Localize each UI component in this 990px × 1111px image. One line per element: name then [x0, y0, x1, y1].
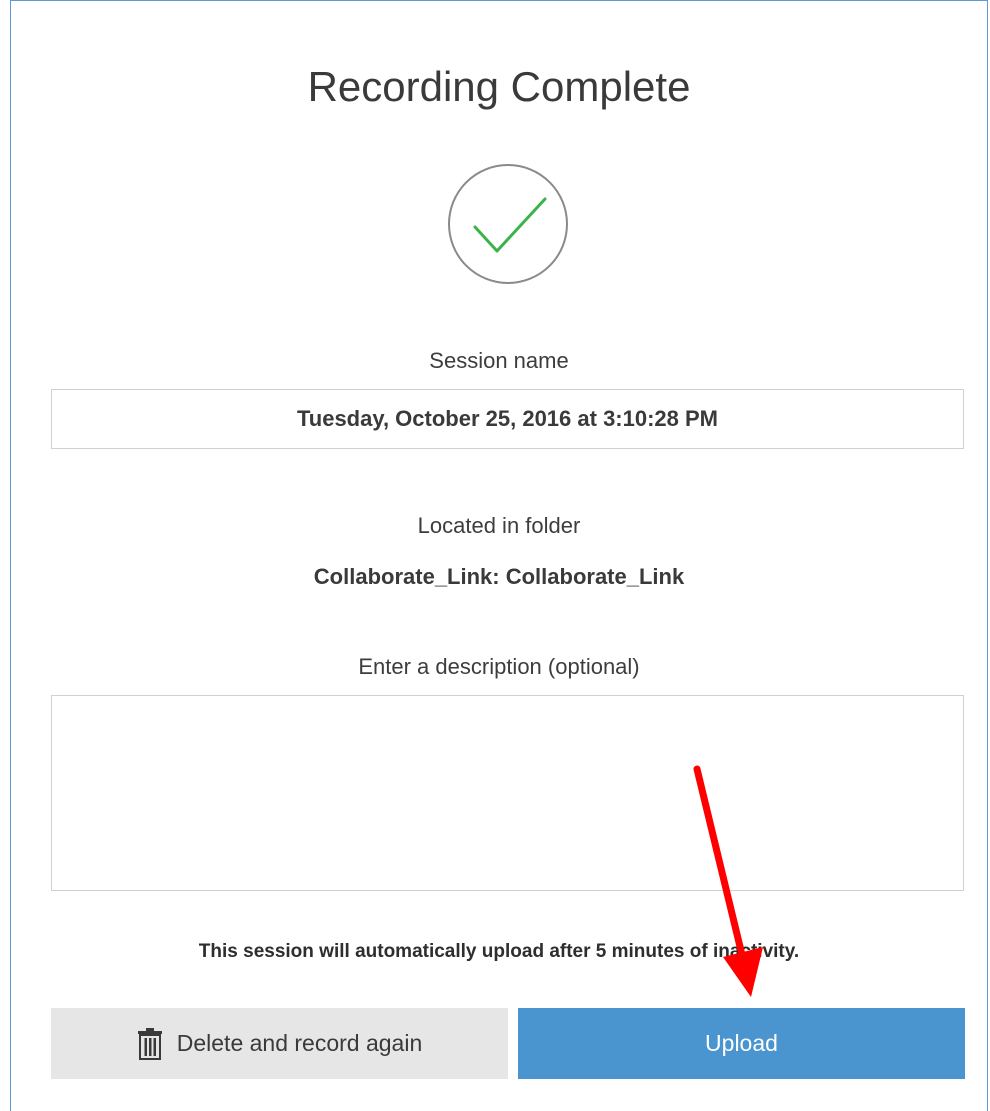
auto-upload-note: This session will automatically upload a…	[198, 941, 800, 962]
delete-and-record-again-button[interactable]: Delete and record again	[51, 1008, 508, 1079]
description-label: Enter a description (optional)	[358, 654, 640, 679]
recording-complete-dialog: Recording Complete Session name Tuesday,…	[10, 0, 988, 1111]
delete-button-label: Delete and record again	[176, 1030, 423, 1056]
upload-button[interactable]: Upload	[518, 1008, 965, 1079]
session-name-field[interactable]: Tuesday, October 25, 2016 at 3:10:28 PM	[51, 389, 964, 449]
session-name-label: Session name	[429, 348, 569, 373]
dialog-title: Recording Complete	[307, 63, 691, 110]
description-input[interactable]	[51, 695, 964, 891]
checkmark-circle-icon	[447, 163, 569, 285]
folder-value: Collaborate_Link: Collaborate_Link	[313, 564, 685, 589]
trash-icon	[137, 1027, 163, 1060]
folder-label: Located in folder	[417, 513, 581, 538]
